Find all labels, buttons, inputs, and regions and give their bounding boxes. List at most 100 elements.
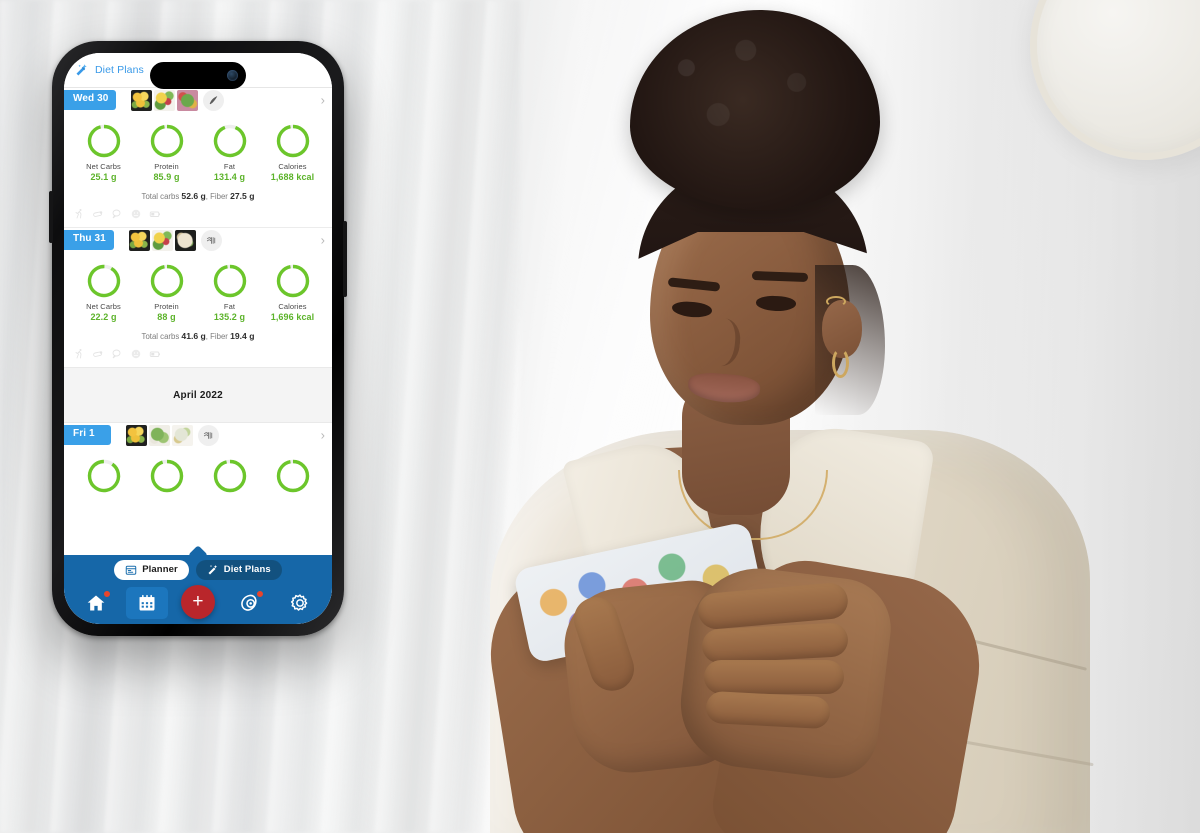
tab-add[interactable]: + xyxy=(177,584,219,619)
segment-diet-plans[interactable]: Diet Plans xyxy=(195,559,282,580)
meal-thumbnail-green-salad[interactable] xyxy=(149,424,170,446)
macro-label: Net Carbs xyxy=(86,302,121,311)
total-carbs-label: Total carbs xyxy=(141,192,180,201)
chevron-right-icon[interactable]: › xyxy=(321,94,325,107)
day-badge[interactable]: Fri 1 xyxy=(64,425,111,445)
macro-net-carbs[interactable] xyxy=(75,458,133,494)
ring-progress xyxy=(87,124,120,158)
energy-icon[interactable] xyxy=(149,348,161,360)
fiber-value: 27.5 g xyxy=(230,191,255,201)
macro-fat[interactable] xyxy=(201,458,259,494)
segment-planner[interactable]: Planner xyxy=(114,559,189,580)
ring-progress xyxy=(213,124,246,158)
macro-fat[interactable]: Fat 131.4 g xyxy=(201,123,259,182)
hoop-earring xyxy=(832,348,849,378)
fiber-label: Fiber xyxy=(210,332,228,341)
total-carbs-label: Total carbs xyxy=(141,332,180,341)
segment-label: Diet Plans xyxy=(223,564,271,575)
mood-icon[interactable] xyxy=(130,348,142,360)
day-card-wed-30[interactable]: Wed 30 › Net Carbs 25.1 g Protein 85.9 g… xyxy=(64,88,332,227)
macro-net-carbs[interactable]: Net Carbs 22.2 g xyxy=(75,263,133,322)
tab-calendar[interactable] xyxy=(125,586,168,619)
macro-label: Fat xyxy=(223,302,236,311)
macro-calories[interactable]: Calories 1,696 kcal xyxy=(264,263,322,322)
supplement-icon[interactable] xyxy=(92,348,104,360)
activity-icon[interactable] xyxy=(73,348,85,360)
calendar-icon xyxy=(139,594,155,610)
meal-thumbnail-bowl[interactable] xyxy=(177,89,199,111)
macro-protein[interactable]: Protein 88 g xyxy=(138,263,196,322)
ring-progress xyxy=(150,459,183,493)
activity-icon[interactable] xyxy=(73,208,85,220)
tracker-icons-row[interactable] xyxy=(64,201,332,227)
macro-fat[interactable]: Fat 135.2 g xyxy=(201,263,259,322)
day-badge[interactable]: Thu 31 xyxy=(64,230,114,250)
hair-bun xyxy=(630,10,880,210)
tab-home[interactable] xyxy=(75,587,117,619)
snack-placeholder-icon[interactable] xyxy=(198,424,219,446)
segmented-control[interactable]: Planner Diet Plans xyxy=(64,555,332,584)
macro-value: 25.1 g xyxy=(90,172,117,182)
chevron-right-icon[interactable]: › xyxy=(321,429,325,442)
note-icon[interactable] xyxy=(111,208,123,220)
finger-ring xyxy=(704,660,844,694)
meal-thumbnail-salad-plate[interactable] xyxy=(151,229,173,251)
meal-thumbnails[interactable] xyxy=(126,424,219,446)
meal-thumbnails[interactable] xyxy=(128,229,222,251)
macro-rings: Net Carbs 22.2 g Protein 88 g Fat 135.2 … xyxy=(64,252,332,322)
ring-progress xyxy=(150,264,183,298)
macro-calories[interactable] xyxy=(264,458,322,494)
meal-thumbnail-eggs[interactable] xyxy=(128,229,150,251)
macro-net-carbs[interactable]: Net Carbs 25.1 g xyxy=(75,123,133,182)
macro-value: 131.4 g xyxy=(213,172,246,182)
meal-thumbnails[interactable] xyxy=(131,89,225,111)
supplement-icon[interactable] xyxy=(92,208,104,220)
macro-label: Protein xyxy=(154,302,179,311)
macro-value: 1,688 kcal xyxy=(270,172,315,182)
macro-protein[interactable] xyxy=(138,458,196,494)
total-carbs-value: 52.6 g xyxy=(181,191,206,201)
tracker-icons-row[interactable] xyxy=(64,341,332,367)
day-header[interactable]: Wed 30 › xyxy=(64,88,332,112)
phone-screen[interactable]: Diet Plans Wed 30 › Net Carbs 25.1 g Pro… xyxy=(64,53,332,624)
plus-icon: + xyxy=(192,591,204,612)
add-button[interactable]: + xyxy=(180,584,215,619)
diet-plan-list[interactable]: Wed 30 › Net Carbs 25.1 g Protein 85.9 g… xyxy=(64,88,332,624)
meal-thumbnail-rice-bowl[interactable] xyxy=(174,229,196,251)
tab-bar[interactable]: + xyxy=(64,584,332,624)
mood-icon[interactable] xyxy=(130,208,142,220)
day-badge[interactable]: Wed 30 xyxy=(64,90,117,110)
day-header[interactable]: Thu 31 › xyxy=(64,228,332,252)
dynamic-island xyxy=(150,62,246,89)
note-icon[interactable] xyxy=(111,348,123,360)
snack-placeholder-icon[interactable] xyxy=(200,229,222,251)
macro-protein[interactable]: Protein 85.9 g xyxy=(138,123,196,182)
magic-wand-icon xyxy=(208,564,217,574)
macro-label: Calories xyxy=(278,302,307,311)
day-card-thu-31[interactable]: Thu 31 › Net Carbs 22.2 g Protein 88 g F… xyxy=(64,227,332,367)
day-header[interactable]: Fri 1 › xyxy=(64,423,332,447)
macro-calories[interactable]: Calories 1,688 kcal xyxy=(264,123,322,182)
macro-rings: Net Carbs 25.1 g Protein 85.9 g Fat 131.… xyxy=(64,112,332,182)
month-separator: April 2022 xyxy=(64,367,332,423)
energy-icon[interactable] xyxy=(149,208,161,220)
chevron-right-icon[interactable]: › xyxy=(321,234,325,247)
tab-settings[interactable] xyxy=(279,587,321,619)
eyebrow-right xyxy=(751,271,809,282)
tab-progress[interactable] xyxy=(228,587,270,619)
macro-value: 135.2 g xyxy=(213,312,246,322)
meal-thumbnail-eggs[interactable] xyxy=(126,424,147,446)
meal-thumbnail-eggs[interactable] xyxy=(131,89,153,111)
macro-value: 22.2 g xyxy=(90,312,117,322)
ring-progress xyxy=(276,264,309,298)
segment-label: Planner xyxy=(142,564,178,575)
day-card-fri-1[interactable]: Fri 1 › xyxy=(64,423,332,494)
snack-placeholder-icon[interactable] xyxy=(203,89,225,111)
ring-progress xyxy=(150,124,183,158)
macro-label: Net Carbs xyxy=(86,162,121,171)
phone-mockup: Diet Plans Wed 30 › Net Carbs 25.1 g Pro… xyxy=(49,41,347,636)
total-carbs-value: 41.6 g xyxy=(181,331,206,341)
meal-thumbnail-caesar-salad[interactable] xyxy=(172,424,193,446)
meal-thumbnail-salad[interactable] xyxy=(154,89,176,111)
calendar-planner-icon xyxy=(126,565,137,575)
